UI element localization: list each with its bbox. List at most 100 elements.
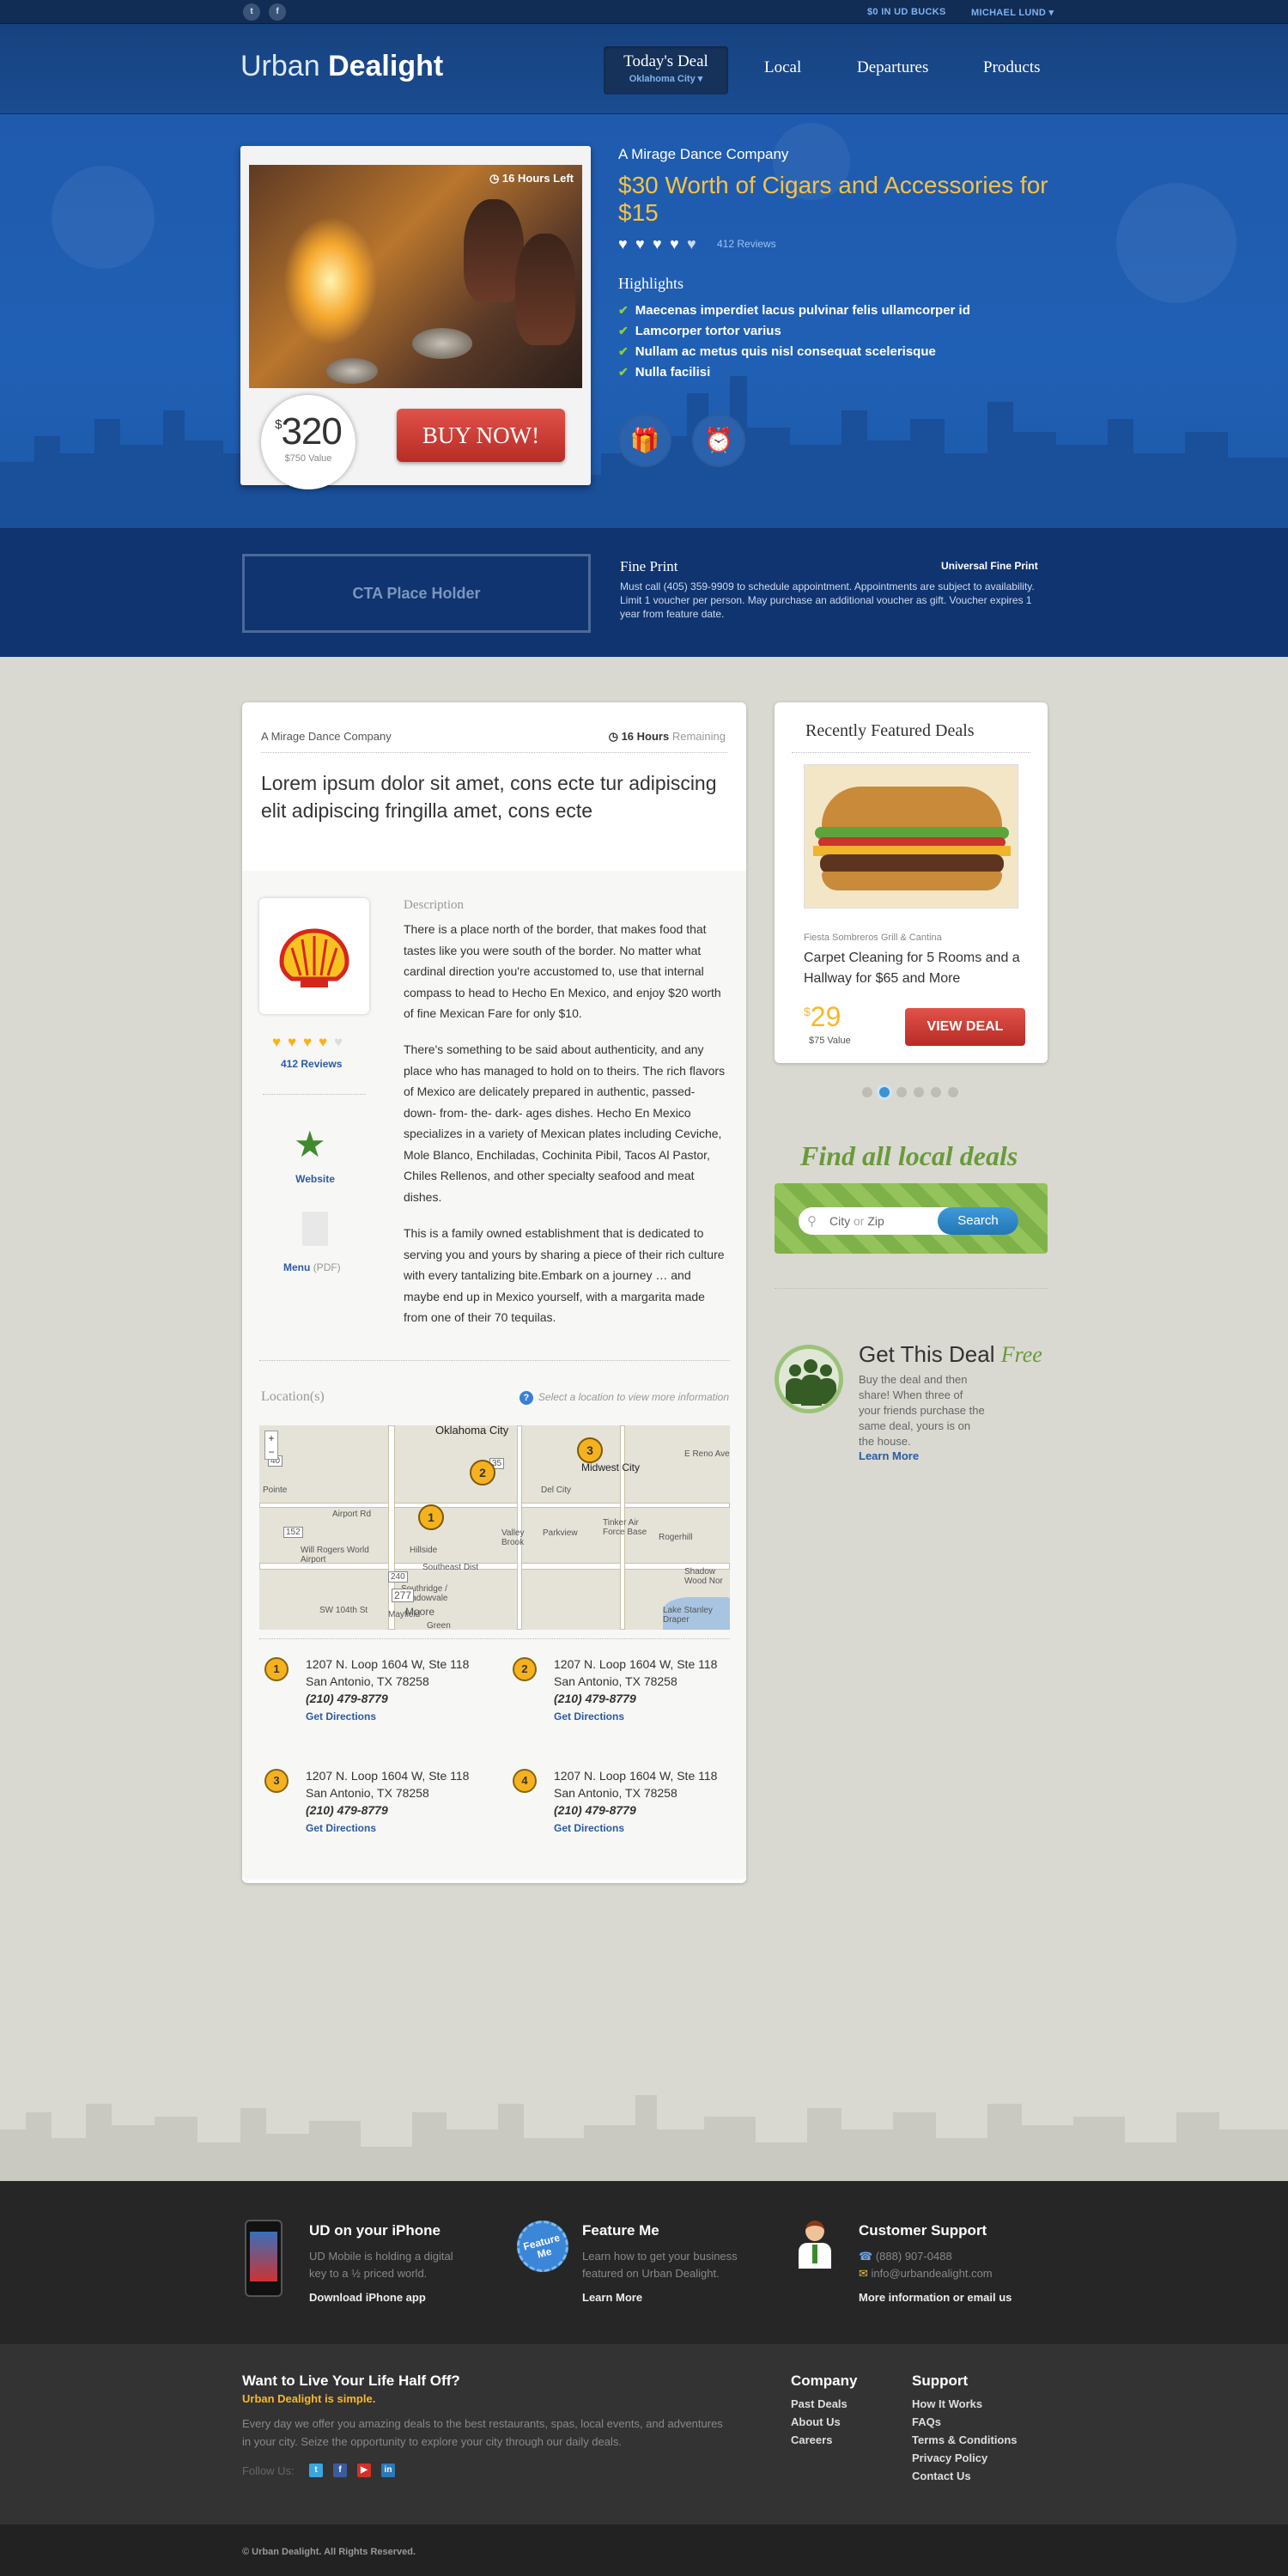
tagline-text: Every day we offer you amazing deals to … xyxy=(242,2417,723,2448)
clock-icon: ◷ xyxy=(608,730,622,743)
tagline-title: Want to Live Your Life Half Off? xyxy=(242,2372,460,2389)
featured-deal-name[interactable]: Carpet Cleaning for 5 Rooms and a Hallwa… xyxy=(804,948,1027,989)
divider xyxy=(259,1360,730,1361)
person-decor xyxy=(515,234,575,345)
zoom-in-icon[interactable]: + xyxy=(265,1431,277,1445)
website-link[interactable]: Website xyxy=(294,1173,337,1185)
alarm-clock-icon[interactable]: ⏰ xyxy=(692,414,745,467)
highlight-text: Maecenas imperdiet lacus pulvinar felis … xyxy=(635,303,970,318)
get-directions-link[interactable]: Get Directions xyxy=(554,1710,624,1722)
buy-now-button[interactable]: BUY NOW! xyxy=(397,409,565,462)
footer-link-about-us[interactable]: About Us xyxy=(791,2415,841,2428)
bokeh-decor xyxy=(1116,183,1236,303)
featured-deal-image[interactable] xyxy=(804,764,1018,908)
youtube-icon[interactable]: ▶ xyxy=(357,2464,371,2477)
gift-icon[interactable]: 🎁 xyxy=(618,414,671,467)
user-menu[interactable]: MICHAEL LUND ▾ xyxy=(971,7,1054,18)
facebook-icon[interactable]: f xyxy=(333,2464,347,2477)
search-button[interactable]: Search xyxy=(938,1207,1018,1235)
map-pin[interactable]: 3 xyxy=(577,1437,603,1463)
carousel-dot[interactable] xyxy=(931,1087,941,1097)
rating-heart-icon: ♥ xyxy=(653,235,662,252)
footer-link-past-deals[interactable]: Past Deals xyxy=(791,2397,848,2410)
address-line: San Antonio, TX 78258 xyxy=(554,1786,677,1800)
hero-reviews-link[interactable]: 412 Reviews xyxy=(717,238,776,250)
get-directions-link[interactable]: Get Directions xyxy=(306,1822,376,1834)
cta-placeholder[interactable]: CTA Place Holder xyxy=(242,554,591,633)
twitter-icon[interactable]: t xyxy=(243,3,260,21)
map-label: Green xyxy=(427,1621,451,1630)
locations-map[interactable]: Oklahoma City Midwest City Del City Tink… xyxy=(259,1425,730,1630)
twitter-icon[interactable]: t xyxy=(309,2464,323,2477)
footer-link-careers[interactable]: Careers xyxy=(791,2433,832,2446)
recently-featured-card: Recently Featured Deals Fiesta Sombreros… xyxy=(775,702,1048,1063)
search-icon: ⚲ xyxy=(807,1214,817,1229)
city-selector[interactable]: Oklahoma City ▾ xyxy=(604,73,728,84)
map-pin[interactable]: 2 xyxy=(470,1460,495,1485)
nav-products[interactable]: Products xyxy=(983,58,1041,77)
facebook-icon[interactable]: f xyxy=(269,3,286,21)
footer-link-terms[interactable]: Terms & Conditions xyxy=(912,2433,1018,2446)
person-head-decor xyxy=(789,1364,801,1376)
flame-decor xyxy=(283,216,378,345)
footer-link-how-it-works[interactable]: How It Works xyxy=(912,2397,982,2410)
logo[interactable]: Urban Dealight xyxy=(240,50,443,83)
carousel-dot[interactable] xyxy=(948,1087,958,1097)
carousel-dot[interactable] xyxy=(914,1087,924,1097)
address-line: San Antonio, TX 78258 xyxy=(554,1674,677,1688)
universal-fine-print-link[interactable]: Universal Fine Print xyxy=(941,560,1038,572)
deal-remaining-label: Remaining xyxy=(671,730,726,743)
get-deal-free-title: Get This Deal Free xyxy=(859,1341,1042,1368)
locations-hint: ? Select a location to view more informat… xyxy=(519,1391,729,1405)
deal-reviews-link[interactable]: 412 Reviews xyxy=(281,1058,342,1070)
location-pin-icon: 3 xyxy=(264,1769,289,1793)
menu-link[interactable]: Menu (PDF) xyxy=(283,1261,341,1273)
price: $320 xyxy=(261,410,355,453)
support-more-info-link[interactable]: More information or email us xyxy=(859,2291,1012,2304)
map-zoom-control[interactable]: + − xyxy=(264,1431,278,1460)
view-deal-button[interactable]: VIEW DEAL xyxy=(905,1008,1025,1046)
nav-departures[interactable]: Departures xyxy=(857,58,928,77)
download-iphone-app-link[interactable]: Download iPhone app xyxy=(309,2291,426,2304)
feature-me-learn-more-link[interactable]: Learn More xyxy=(582,2291,642,2304)
fine-print-text: Must call (405) 359-9909 to schedule app… xyxy=(620,580,1035,620)
menu-scroll-icon[interactable] xyxy=(302,1212,328,1246)
get-directions-link[interactable]: Get Directions xyxy=(306,1710,376,1722)
support-title: Customer Support xyxy=(859,2222,987,2239)
highlight-text: Nulla facilisi xyxy=(635,365,711,380)
deal-hours: 16 Hours xyxy=(621,730,670,743)
location-address: 1207 N. Loop 1604 W, Ste 118 San Antonio,… xyxy=(306,1767,469,1801)
clock-icon: ◷ xyxy=(489,172,502,185)
rating-heart-empty-icon: ♥ xyxy=(334,1034,343,1050)
locations-hint-text: Select a location to view more informati… xyxy=(538,1391,729,1403)
carousel-dot[interactable] xyxy=(862,1087,872,1097)
nav-local[interactable]: Local xyxy=(764,58,801,77)
carousel-dot-active[interactable] xyxy=(879,1087,890,1097)
description-title: Description xyxy=(404,898,464,912)
zoom-out-icon[interactable]: − xyxy=(265,1445,277,1459)
bun-bottom-decor xyxy=(822,872,1002,890)
get-directions-link[interactable]: Get Directions xyxy=(554,1822,624,1834)
get-deal-free-text: Buy the deal and then share! When three … xyxy=(859,1373,985,1448)
currency-symbol: $ xyxy=(804,1005,811,1018)
footer-link-privacy[interactable]: Privacy Policy xyxy=(912,2451,987,2464)
learn-more-link[interactable]: Learn More xyxy=(859,1449,919,1462)
price-value: 320 xyxy=(281,410,342,453)
map-pin[interactable]: 1 xyxy=(418,1504,444,1530)
location-address: 1207 N. Loop 1604 W, Ste 118 San Antonio,… xyxy=(306,1656,469,1690)
linkedin-icon[interactable]: in xyxy=(381,2464,395,2477)
footer-link-faqs[interactable]: FAQs xyxy=(912,2415,941,2428)
address-line: 1207 N. Loop 1604 W, Ste 118 xyxy=(554,1769,718,1783)
map-road-number: 152 xyxy=(283,1527,303,1538)
ud-bucks-link[interactable]: $0 IN UD BUCKS xyxy=(867,7,946,17)
nav-todays-deal[interactable]: Today's Deal Oklahoma City ▾ xyxy=(604,46,728,94)
location-pin-icon: 4 xyxy=(513,1769,537,1793)
bun-top-decor xyxy=(822,787,1002,829)
carousel-dot[interactable] xyxy=(896,1087,907,1097)
website-star-icon[interactable]: ★ xyxy=(294,1123,326,1165)
feature-me-text: Learn how to get your business featured … xyxy=(582,2250,738,2280)
footer-link-contact[interactable]: Contact Us xyxy=(912,2470,971,2482)
price-original-value: $750 Value xyxy=(284,453,332,464)
person-head-decor xyxy=(820,1364,832,1376)
support-email[interactable]: ✉ info@urbandealight.com xyxy=(859,2265,993,2282)
